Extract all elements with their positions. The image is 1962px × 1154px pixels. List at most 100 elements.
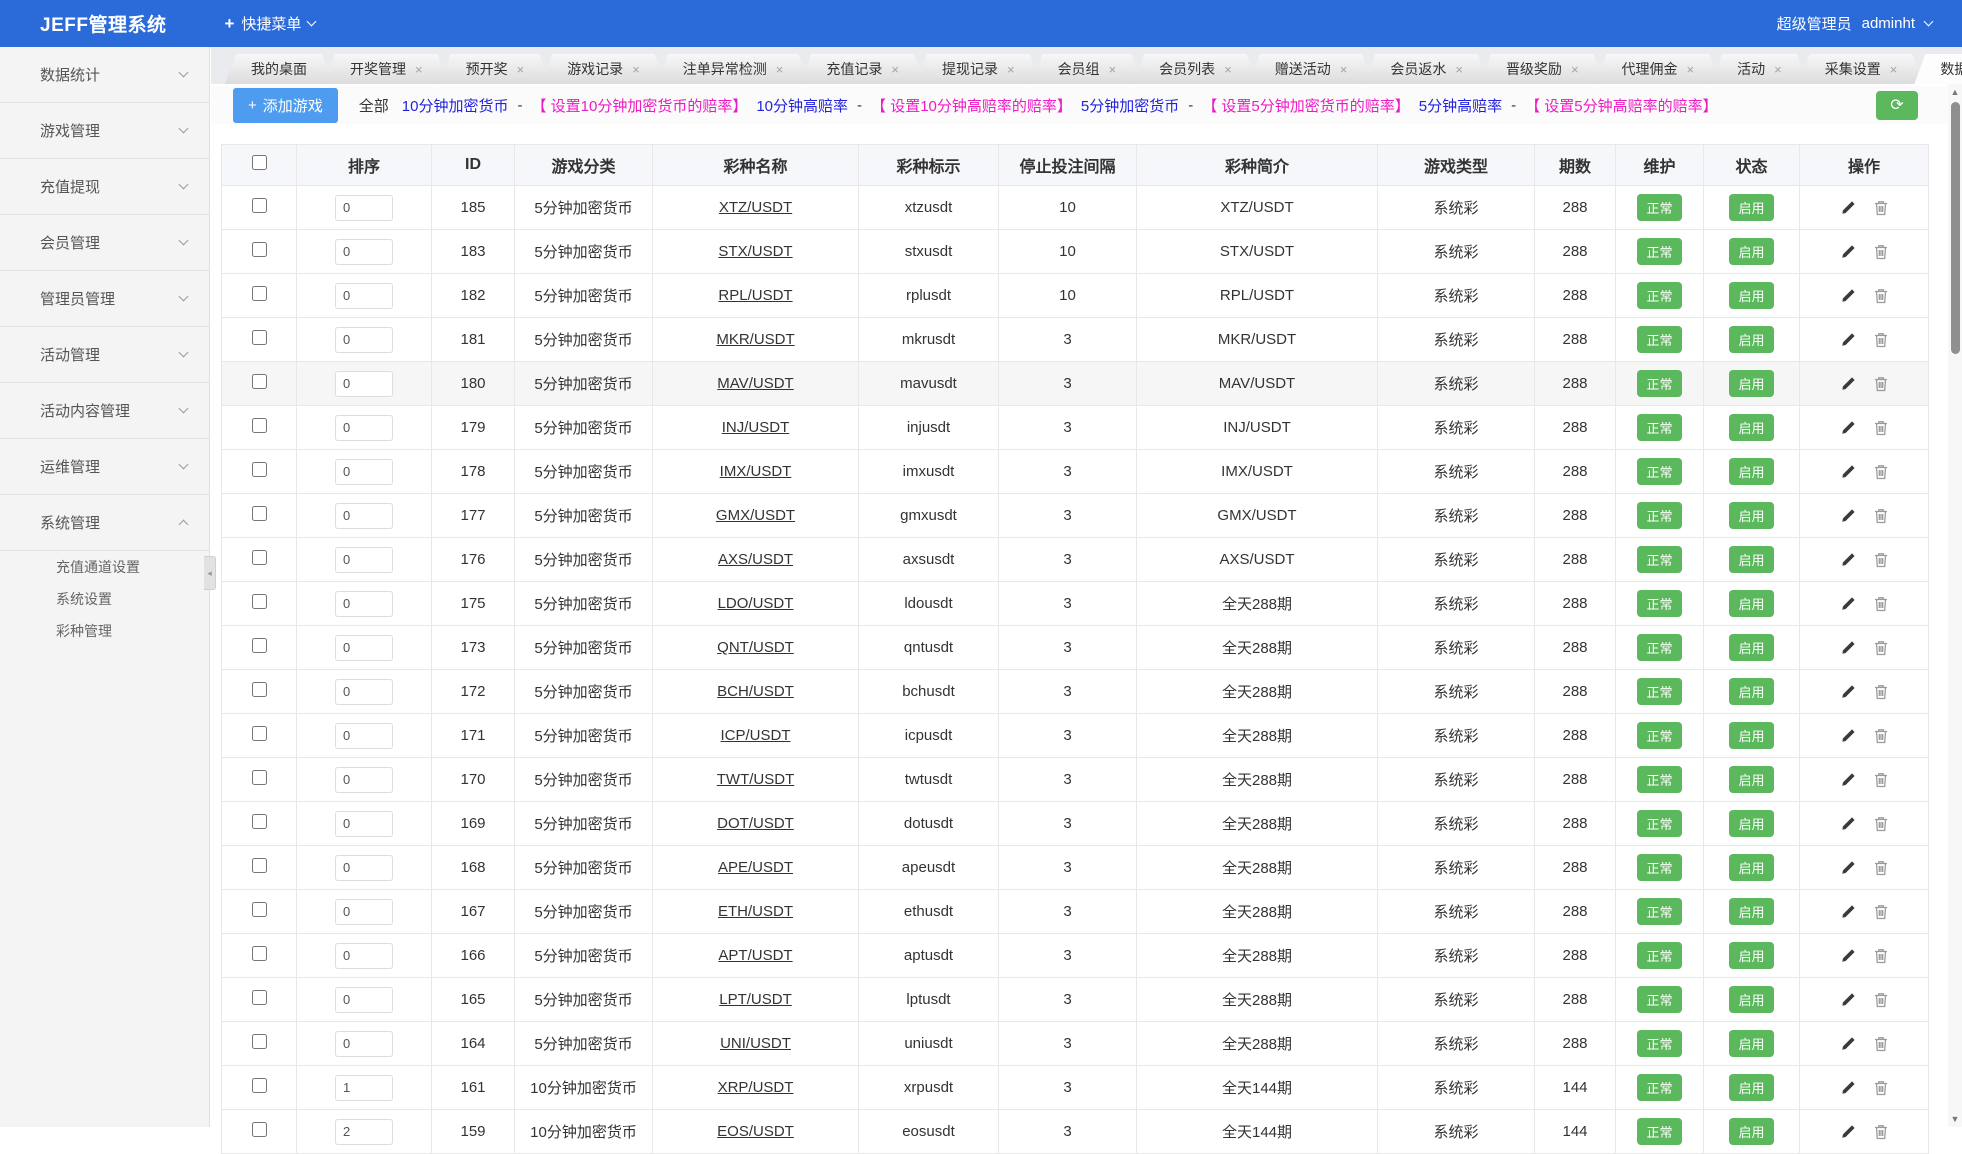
row-checkbox[interactable]: [252, 1078, 267, 1093]
tab-6[interactable]: 充值记录×: [800, 54, 925, 84]
sort-input[interactable]: [335, 1031, 393, 1057]
close-icon[interactable]: ×: [632, 62, 640, 77]
maintain-badge[interactable]: 正常: [1637, 1030, 1681, 1057]
maintain-badge[interactable]: 正常: [1637, 898, 1681, 925]
lottery-name-link[interactable]: ETH/USDT: [718, 903, 793, 920]
maintain-badge[interactable]: 正常: [1637, 238, 1681, 265]
edit-pencil-icon[interactable]: [1841, 1036, 1856, 1051]
filter-odds-setting-link-1[interactable]: 【 设置10分钟加密货币的赔率】: [531, 95, 747, 116]
status-badge[interactable]: 启用: [1729, 546, 1773, 573]
edit-pencil-icon[interactable]: [1841, 640, 1856, 655]
row-checkbox[interactable]: [252, 990, 267, 1005]
sort-input[interactable]: [335, 1119, 393, 1145]
status-badge[interactable]: 启用: [1729, 634, 1773, 661]
edit-pencil-icon[interactable]: [1841, 772, 1856, 787]
delete-trash-icon[interactable]: [1874, 860, 1888, 876]
lottery-name-link[interactable]: LPT/USDT: [719, 991, 792, 1008]
sort-input[interactable]: [335, 635, 393, 661]
row-checkbox[interactable]: [252, 462, 267, 477]
close-icon[interactable]: ×: [1571, 62, 1579, 77]
delete-trash-icon[interactable]: [1874, 200, 1888, 216]
select-all-checkbox[interactable]: [252, 155, 267, 170]
delete-trash-icon[interactable]: [1874, 904, 1888, 920]
close-icon[interactable]: ×: [891, 62, 899, 77]
sort-input[interactable]: [335, 943, 393, 969]
sidebar-subitem-2[interactable]: 系统设置: [0, 583, 209, 615]
lottery-name-link[interactable]: IMX/USDT: [720, 463, 792, 480]
delete-trash-icon[interactable]: [1874, 772, 1888, 788]
maintain-badge[interactable]: 正常: [1637, 766, 1681, 793]
user-menu[interactable]: 超级管理员 adminht: [1777, 13, 1962, 34]
lottery-name-link[interactable]: GMX/USDT: [716, 507, 795, 524]
status-badge[interactable]: 启用: [1729, 898, 1773, 925]
edit-pencil-icon[interactable]: [1841, 332, 1856, 347]
sidebar-item-9[interactable]: 系统管理: [0, 495, 209, 551]
delete-trash-icon[interactable]: [1874, 464, 1888, 480]
status-badge[interactable]: 启用: [1729, 458, 1773, 485]
edit-pencil-icon[interactable]: [1841, 1080, 1856, 1095]
row-checkbox[interactable]: [252, 418, 267, 433]
add-game-button[interactable]: + 添加游戏: [233, 88, 338, 123]
lottery-name-link[interactable]: RPL/USDT: [718, 287, 792, 304]
maintain-badge[interactable]: 正常: [1637, 458, 1681, 485]
sort-input[interactable]: [335, 767, 393, 793]
tab-4[interactable]: 游戏记录×: [541, 54, 666, 84]
sort-input[interactable]: [335, 1075, 393, 1101]
sidebar-subitem-1[interactable]: 充值通道设置: [0, 551, 209, 583]
close-icon[interactable]: ×: [1774, 62, 1782, 77]
status-badge[interactable]: 启用: [1729, 194, 1773, 221]
edit-pencil-icon[interactable]: [1841, 244, 1856, 259]
edit-pencil-icon[interactable]: [1841, 684, 1856, 699]
row-checkbox[interactable]: [252, 726, 267, 741]
delete-trash-icon[interactable]: [1874, 1036, 1888, 1052]
maintain-badge[interactable]: 正常: [1637, 502, 1681, 529]
delete-trash-icon[interactable]: [1874, 948, 1888, 964]
sidebar-item-3[interactable]: 充值提现: [0, 159, 209, 215]
row-checkbox[interactable]: [252, 682, 267, 697]
sort-input[interactable]: [335, 503, 393, 529]
edit-pencil-icon[interactable]: [1841, 464, 1856, 479]
maintain-badge[interactable]: 正常: [1637, 1118, 1681, 1145]
maintain-badge[interactable]: 正常: [1637, 326, 1681, 353]
row-checkbox[interactable]: [252, 858, 267, 873]
lottery-name-link[interactable]: ICP/USDT: [720, 727, 790, 744]
lottery-name-link[interactable]: LDO/USDT: [718, 595, 794, 612]
maintain-badge[interactable]: 正常: [1637, 854, 1681, 881]
maintain-badge[interactable]: 正常: [1637, 414, 1681, 441]
sort-input[interactable]: [335, 679, 393, 705]
filter-category-link-4[interactable]: 5分钟高赔率: [1419, 95, 1502, 116]
close-icon[interactable]: ×: [1687, 62, 1695, 77]
filter-odds-setting-link-4[interactable]: 【 设置5分钟高赔率的赔率】: [1525, 95, 1718, 116]
maintain-badge[interactable]: 正常: [1637, 194, 1681, 221]
row-checkbox[interactable]: [252, 1034, 267, 1049]
maintain-badge[interactable]: 正常: [1637, 370, 1681, 397]
sidebar-subitem-3[interactable]: 彩种管理: [0, 615, 209, 647]
lottery-name-link[interactable]: BCH/USDT: [717, 683, 794, 700]
row-checkbox[interactable]: [252, 946, 267, 961]
status-badge[interactable]: 启用: [1729, 370, 1773, 397]
close-icon[interactable]: ×: [1340, 62, 1348, 77]
lottery-name-link[interactable]: STX/USDT: [718, 243, 792, 260]
lottery-name-link[interactable]: INJ/USDT: [722, 419, 790, 436]
filter-all-link[interactable]: 全部: [359, 95, 389, 116]
status-badge[interactable]: 启用: [1729, 282, 1773, 309]
sort-input[interactable]: [335, 855, 393, 881]
sidebar-item-2[interactable]: 游戏管理: [0, 103, 209, 159]
edit-pencil-icon[interactable]: [1841, 948, 1856, 963]
row-checkbox[interactable]: [252, 506, 267, 521]
close-icon[interactable]: ×: [1890, 62, 1898, 77]
edit-pencil-icon[interactable]: [1841, 552, 1856, 567]
lottery-name-link[interactable]: EOS/USDT: [717, 1123, 794, 1140]
sort-input[interactable]: [335, 195, 393, 221]
scroll-up-icon[interactable]: ▲: [1951, 84, 1960, 100]
edit-pencil-icon[interactable]: [1841, 508, 1856, 523]
sort-input[interactable]: [335, 987, 393, 1013]
lottery-name-link[interactable]: MKR/USDT: [716, 331, 794, 348]
edit-pencil-icon[interactable]: [1841, 816, 1856, 831]
row-checkbox[interactable]: [252, 594, 267, 609]
filter-category-link-1[interactable]: 10分钟加密货币: [402, 95, 509, 116]
sidebar-collapse-handle[interactable]: ◂: [204, 556, 216, 590]
sort-input[interactable]: [335, 371, 393, 397]
status-badge[interactable]: 启用: [1729, 502, 1773, 529]
row-checkbox[interactable]: [252, 374, 267, 389]
